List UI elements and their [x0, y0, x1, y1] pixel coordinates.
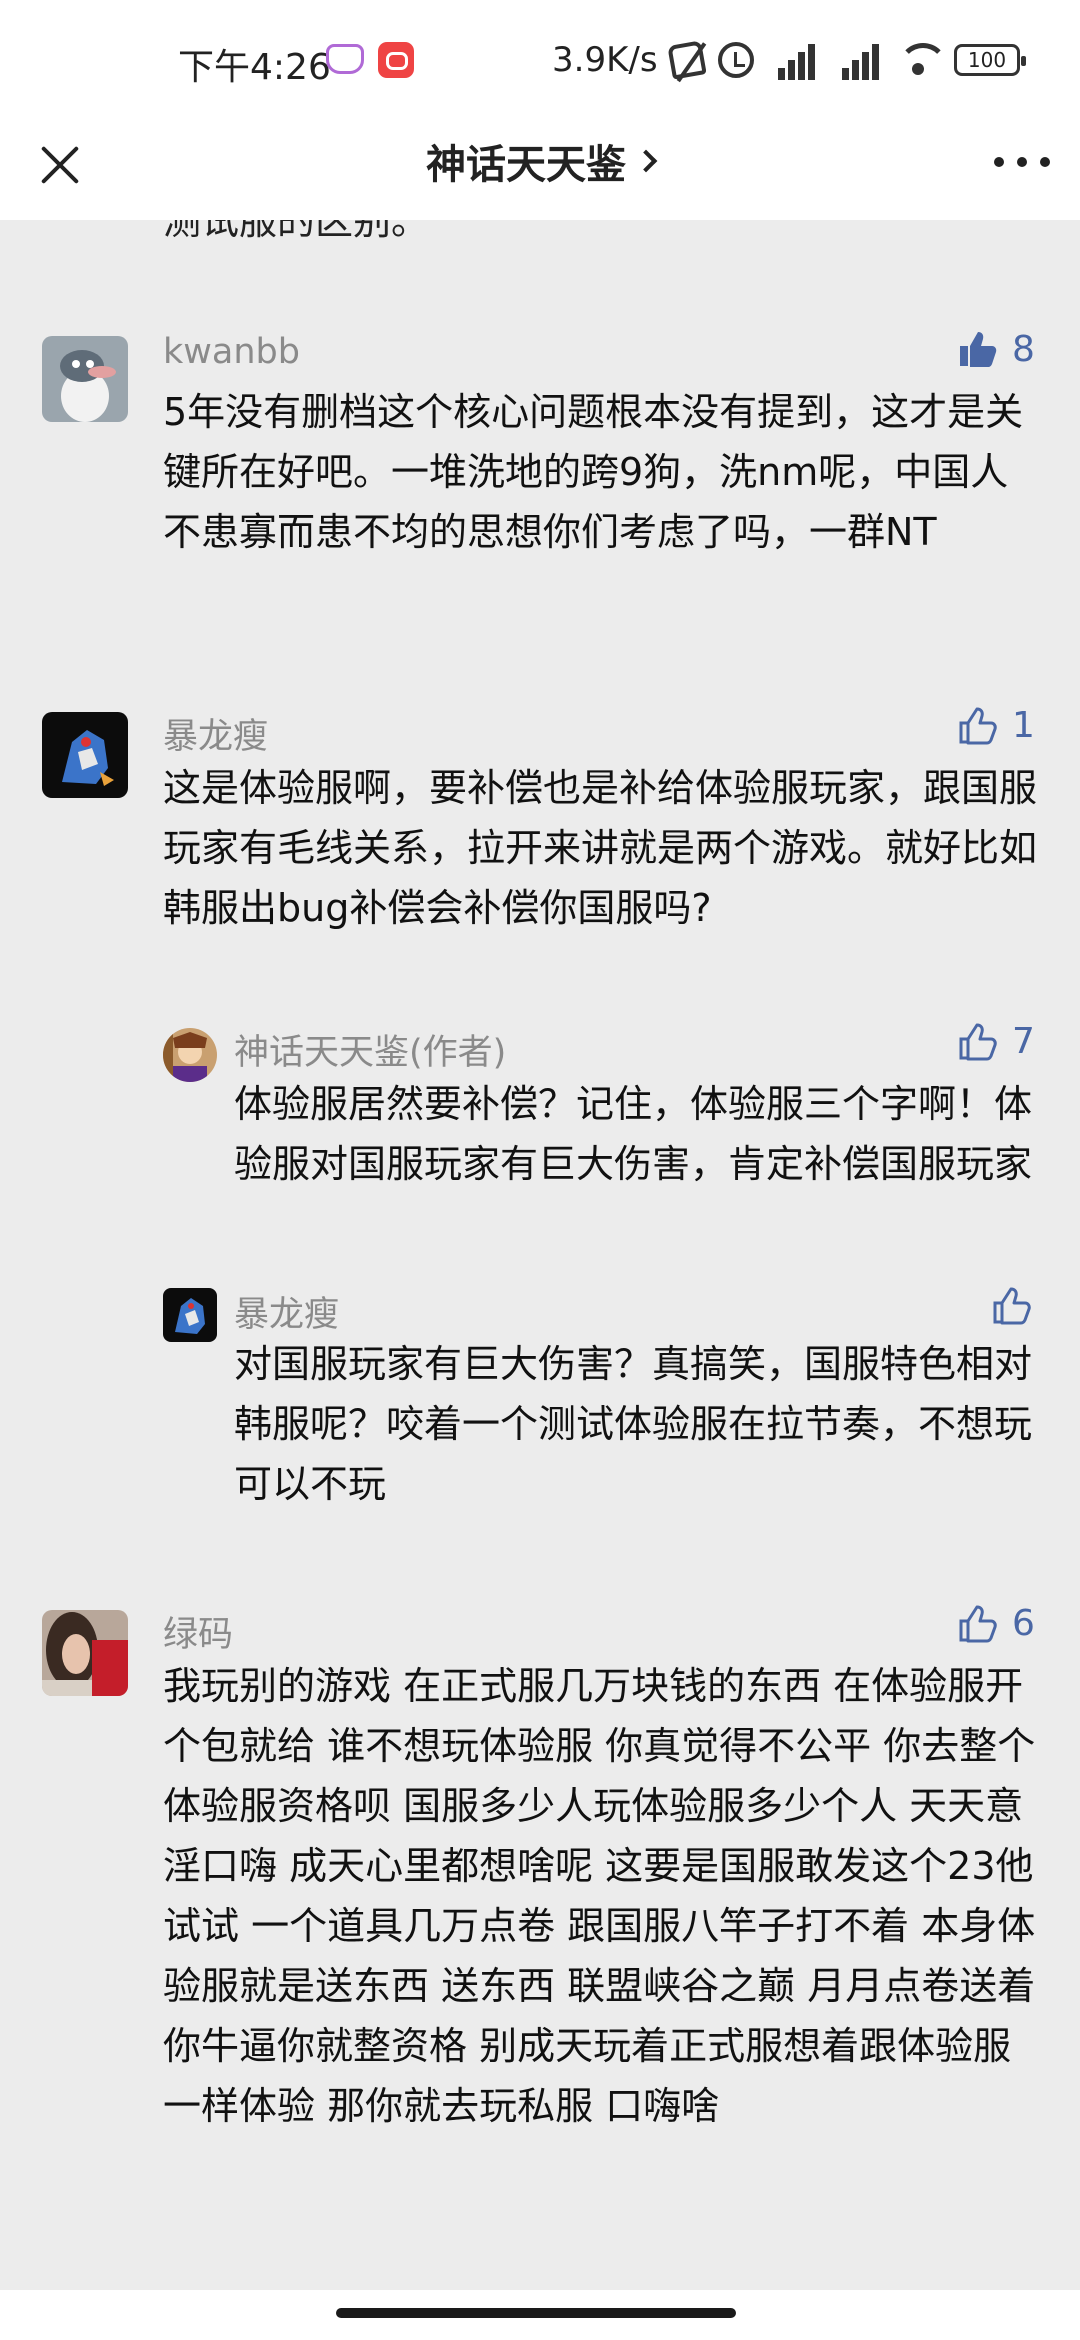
thumb-up-icon	[993, 1287, 1031, 1325]
thumb-up-filled-icon	[960, 332, 997, 367]
like-button[interactable]: 8	[956, 328, 1035, 370]
thumb-up-icon	[959, 707, 997, 745]
commenter-name[interactable]: kwanbb	[163, 332, 300, 372]
home-indicator[interactable]	[336, 2308, 736, 2318]
comment-text: 我玩别的游戏 在正式服几万块钱的东西 在体验服开个包就给 谁不想玩体验服 你真觉…	[163, 1664, 1036, 2128]
status-bar: 下午4:26 3.9K/s 100	[0, 0, 1080, 110]
alarm-icon	[718, 42, 754, 78]
signal-icon	[768, 40, 818, 80]
commenter-name[interactable]: 绿码	[163, 1606, 233, 1657]
comment-text: 这是体验服啊，要补偿也是补给体验服玩家，跟国服玩家有毛线关系，拉开来讲就是两个游…	[163, 766, 1038, 930]
title-link[interactable]: 神话天天鉴	[0, 132, 1080, 190]
network-speed: 3.9K/s	[552, 40, 658, 80]
like-count: 7	[1012, 1020, 1035, 1062]
previous-comment-text: 测试服的区别。	[163, 220, 430, 243]
app-notification-icon	[326, 44, 364, 74]
status-time: 下午4:26	[178, 47, 331, 88]
comment-text: 5年没有删档这个核心问题根本没有提到，这才是关键所在好吧。一堆洗地的跨9狗，洗n…	[163, 390, 1024, 554]
page-title: 神话天天鉴	[426, 142, 626, 188]
like-button[interactable]	[990, 1284, 1046, 1326]
replier-name[interactable]: 暴龙瘦	[234, 1286, 339, 1337]
reply-text: 对国服玩家有巨大伤害？真搞笑，国服特色相对韩服呢？咬着一个测试体验服在拉节奏，不…	[234, 1342, 1033, 1506]
title-bar: 神话天天鉴	[0, 110, 1080, 220]
avatar[interactable]	[42, 712, 128, 798]
signal-icon	[832, 40, 882, 80]
more-options-button[interactable]	[994, 150, 1050, 174]
mute-icon	[667, 40, 707, 80]
app-notification-icon	[378, 42, 414, 78]
replier-name[interactable]: 神话天天鉴(作者)	[234, 1024, 506, 1075]
like-button[interactable]: 1	[956, 704, 1035, 746]
like-button[interactable]: 7	[956, 1020, 1035, 1062]
like-count: 1	[1012, 704, 1035, 746]
thumb-up-icon	[959, 1605, 997, 1643]
like-count: 8	[1012, 328, 1035, 370]
chevron-right-icon	[634, 149, 658, 173]
like-count: 6	[1012, 1602, 1035, 1644]
status-icons: 100	[667, 38, 1026, 82]
thumb-up-icon	[959, 1023, 997, 1061]
avatar[interactable]	[163, 1288, 217, 1342]
comment-list[interactable]: 测试服的区别。 kwanbb 8 5年没有删档这个核心问题根本没有提到，这才是关…	[0, 220, 1080, 2290]
wifi-icon	[896, 43, 948, 77]
avatar[interactable]	[42, 336, 128, 422]
commenter-name[interactable]: 暴龙瘦	[163, 708, 268, 759]
battery-icon: 100	[954, 44, 1026, 76]
reply-text: 体验服居然要补偿？记住，体验服三个字啊！体验服对国服玩家有巨大伤害，肯定补偿国服…	[234, 1082, 1033, 1186]
like-button[interactable]: 6	[956, 1602, 1035, 1644]
avatar[interactable]	[163, 1028, 217, 1082]
avatar[interactable]	[42, 1610, 128, 1696]
